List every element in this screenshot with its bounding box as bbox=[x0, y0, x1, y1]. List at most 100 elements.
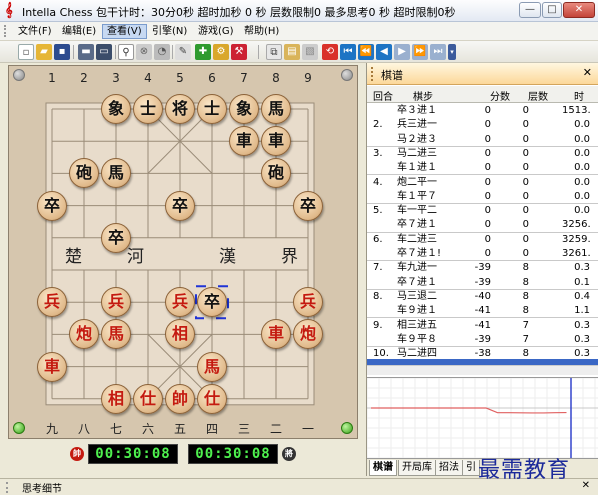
last-move-icon[interactable]: ⏭ bbox=[430, 44, 446, 60]
table-row[interactable]: 8. 马三退二 -40 8 0.4 bbox=[367, 290, 598, 304]
minimize-button[interactable]: — bbox=[519, 2, 541, 18]
hammer-icon[interactable]: ⚒ bbox=[231, 44, 247, 60]
status-grip[interactable] bbox=[6, 482, 9, 493]
tab-opening-book[interactable]: 开局库 bbox=[398, 460, 436, 476]
red-piece[interactable]: 仕 bbox=[197, 383, 227, 414]
move-cell: 车一平二 bbox=[397, 205, 437, 217]
stop-icon[interactable]: ⊗ bbox=[136, 44, 152, 60]
tab-moves[interactable]: 招法 bbox=[435, 460, 463, 476]
col-score[interactable]: 分数 bbox=[490, 88, 510, 103]
panel-close-button[interactable]: ✕ bbox=[583, 66, 592, 79]
col-depth[interactable]: 层数 bbox=[528, 88, 548, 103]
forward-fast-icon[interactable]: ⏩ bbox=[412, 44, 428, 60]
clock-icon[interactable]: ◔ bbox=[154, 44, 170, 60]
copy-icon[interactable]: ⧉ bbox=[266, 44, 282, 60]
red-piece[interactable]: 馬 bbox=[197, 351, 227, 382]
first-move-icon[interactable]: ⏮ bbox=[340, 44, 356, 60]
red-piece[interactable]: 兵 bbox=[37, 287, 67, 318]
red-piece[interactable]: 帥 bbox=[165, 383, 195, 414]
grip-handle[interactable] bbox=[4, 25, 6, 37]
corner-button-tl[interactable] bbox=[13, 69, 25, 81]
red-piece[interactable]: 兵 bbox=[293, 287, 323, 318]
menu-game[interactable]: 游戏(G) bbox=[194, 24, 238, 39]
black-piece[interactable]: 卒 bbox=[37, 190, 67, 221]
black-piece[interactable]: 卒 bbox=[293, 190, 323, 221]
move-cell: 马三退二 bbox=[397, 290, 437, 302]
table-row[interactable]: 车９进１ -41 8 1.1 bbox=[367, 304, 598, 319]
zoom-icon[interactable]: ⚲ bbox=[118, 44, 134, 60]
red-piece[interactable]: 兵 bbox=[165, 287, 195, 318]
prev-move-icon[interactable]: ◀ bbox=[376, 44, 392, 60]
corner-button-bl[interactable] bbox=[13, 422, 25, 434]
table-row[interactable]: 2. 兵三进一 0 0 0.0 bbox=[367, 118, 598, 132]
score-cell: -39 bbox=[474, 276, 491, 288]
col-time[interactable]: 时 bbox=[574, 88, 584, 103]
monitor-icon[interactable]: ▭ bbox=[96, 44, 112, 60]
table-row[interactable]: 卒７进１ -39 8 0.1 bbox=[367, 276, 598, 290]
status-close-button[interactable]: ✕ bbox=[582, 480, 590, 491]
col-round[interactable]: 回合 bbox=[373, 88, 393, 103]
red-piece[interactable]: 仕 bbox=[133, 383, 163, 414]
file-label-top: 7 bbox=[240, 71, 248, 85]
black-piece[interactable]: 象 bbox=[101, 94, 131, 124]
black-piece[interactable]: 馬 bbox=[261, 94, 291, 124]
open-folder-icon[interactable]: ▰ bbox=[36, 44, 52, 60]
settings-icon[interactable]: ⚙ bbox=[213, 44, 229, 60]
black-piece[interactable]: 卒 bbox=[165, 190, 195, 221]
red-piece[interactable]: 兵 bbox=[101, 287, 131, 318]
chevron-down-icon[interactable]: ▾ bbox=[448, 44, 456, 60]
score-cell: 0 bbox=[484, 205, 491, 217]
flip-board-icon[interactable]: ⟲ bbox=[322, 44, 338, 60]
black-piece[interactable]: 士 bbox=[133, 94, 163, 124]
new-file-icon[interactable]: ▫ bbox=[18, 44, 34, 60]
next-move-icon[interactable]: ▶ bbox=[394, 44, 410, 60]
file-label-bottom: 三 bbox=[237, 422, 250, 436]
table-row[interactable]: 卒７进１! 0 0 3261. bbox=[367, 247, 598, 262]
edit-icon[interactable]: ✎ bbox=[175, 44, 191, 60]
table-row[interactable]: 卒７进１ 0 0 3256. bbox=[367, 218, 598, 233]
black-piece[interactable]: 象 bbox=[229, 94, 259, 124]
menu-engine[interactable]: 引擎(N) bbox=[148, 24, 191, 39]
menu-help[interactable]: 帮助(H) bbox=[240, 24, 283, 39]
menu-edit[interactable]: 编辑(E) bbox=[58, 24, 100, 39]
menu-view[interactable]: 查看(V) bbox=[102, 24, 147, 39]
back-fast-icon[interactable]: ⏪ bbox=[358, 44, 374, 60]
river-text-he: 河 bbox=[127, 247, 144, 267]
table-row[interactable]: 9. 相三进五 -41 7 0.3 bbox=[367, 319, 598, 333]
table-row[interactable]: 6. 车二进三 0 0 3259. bbox=[367, 233, 598, 247]
engine-icon[interactable]: ✚ bbox=[195, 44, 211, 60]
save-icon[interactable]: ▪ bbox=[54, 44, 70, 60]
paste-icon[interactable]: ▤ bbox=[284, 44, 300, 60]
table-row[interactable]: 马２进３ 0 0 0.0 bbox=[367, 133, 598, 147]
horizontal-scrollbar[interactable] bbox=[367, 365, 598, 375]
table-row[interactable]: 3. 马二进三 0 0 0.0 bbox=[367, 147, 598, 161]
black-piece[interactable]: 将 bbox=[165, 94, 195, 124]
print-icon[interactable]: ▬ bbox=[78, 44, 94, 60]
chess-board[interactable]: 123456789 九八七六五四三二一 楚 河 漢 界 象士将士象馬車車砲馬砲卒… bbox=[8, 65, 358, 439]
table-row[interactable]: 车１进１ 0 0 0.0 bbox=[367, 161, 598, 176]
clipboard-icon[interactable]: ▧ bbox=[302, 44, 318, 60]
tab-move-record[interactable]: 棋谱 bbox=[369, 460, 397, 476]
move-record-panel: 棋谱 ✕ 回合 棋步 分数 层数 时 卒３进１ 0 0 1513. 2. 兵三进一 0 0 0.… bbox=[366, 63, 598, 476]
corner-button-tr[interactable] bbox=[341, 69, 353, 81]
table-row[interactable]: 车１平７ 0 0 0.0 bbox=[367, 190, 598, 205]
corner-button-br[interactable] bbox=[341, 422, 353, 434]
menu-file[interactable]: 文件(F) bbox=[14, 24, 56, 39]
table-row[interactable]: 卒３进１ 0 0 1513. bbox=[367, 104, 598, 118]
panel-grip[interactable] bbox=[371, 67, 374, 81]
table-row[interactable]: 5. 车一平二 0 0 0.0 bbox=[367, 204, 598, 218]
red-piece[interactable]: 車 bbox=[37, 351, 67, 382]
col-move[interactable]: 棋步 bbox=[413, 88, 433, 103]
black-piece[interactable]: 卒 bbox=[101, 222, 131, 253]
black-piece[interactable]: 車 bbox=[261, 126, 291, 157]
close-button[interactable]: ✕ bbox=[563, 2, 595, 18]
table-row[interactable]: 车９平８ -39 7 0.3 bbox=[367, 333, 598, 348]
table-row[interactable]: 4. 炮二平一 0 0 0.0 bbox=[367, 176, 598, 190]
black-piece[interactable]: 車 bbox=[229, 126, 259, 157]
black-piece[interactable]: 卒 bbox=[197, 287, 227, 318]
black-piece[interactable]: 士 bbox=[197, 94, 227, 124]
table-row[interactable]: 7. 车九进一 -39 8 0.3 bbox=[367, 261, 598, 275]
maximize-button[interactable]: □ bbox=[542, 2, 562, 18]
move-cell: 卒７进１ bbox=[397, 276, 437, 288]
red-piece[interactable]: 相 bbox=[101, 383, 131, 414]
